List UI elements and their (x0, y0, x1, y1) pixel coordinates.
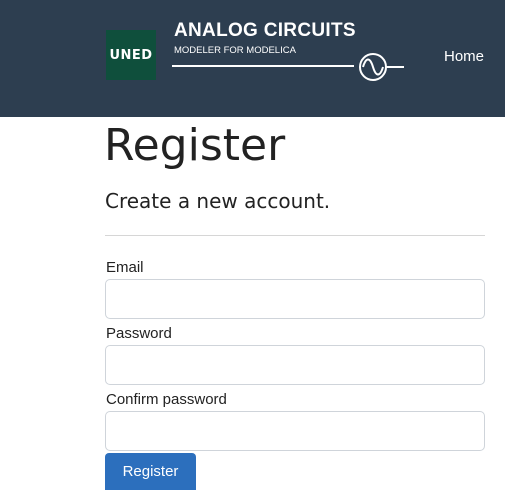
brand-title: ANALOG CIRCUITS (174, 20, 356, 41)
page-title: Register (104, 120, 286, 171)
brand-underline (172, 65, 354, 67)
password-field[interactable] (105, 345, 485, 385)
uned-logo: UNED (106, 30, 156, 80)
password-label: Password (106, 325, 172, 342)
email-label: Email (106, 259, 144, 276)
divider (105, 235, 485, 236)
confirm-password-field[interactable] (105, 411, 485, 451)
uned-logo-text: UNED (109, 47, 153, 63)
sine-wave-icon (359, 53, 404, 81)
register-button[interactable]: Register (105, 453, 196, 490)
brand-logo[interactable]: UNED ANALOG CIRCUITS MODELER FOR MODELIC… (106, 14, 406, 96)
navbar: UNED ANALOG CIRCUITS MODELER FOR MODELIC… (0, 0, 505, 117)
page-subtitle: Create a new account. (105, 189, 331, 213)
brand-subtitle: MODELER FOR MODELICA (174, 45, 296, 56)
confirm-password-label: Confirm password (106, 391, 227, 408)
nav-home-link[interactable]: Home (444, 48, 484, 65)
email-field[interactable] (105, 279, 485, 319)
